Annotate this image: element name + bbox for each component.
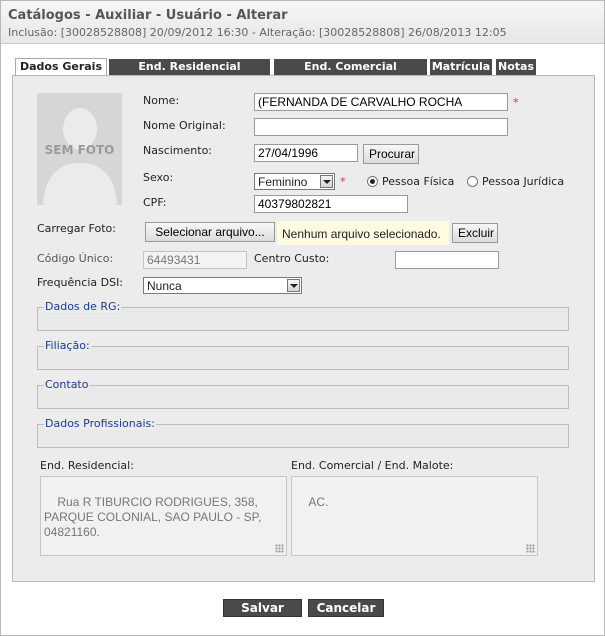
end-residencial-label: End. Residencial:	[40, 459, 134, 472]
fieldset-filiacao-legend[interactable]: Filiação:	[44, 339, 91, 352]
codigo-unico-input	[143, 251, 247, 269]
audit-info: Inclusão: [30028528808] 20/09/2012 16:30…	[8, 26, 507, 39]
pessoa-fisica-radio[interactable]	[367, 176, 378, 187]
window: Catálogos - Auxiliar - Usuário - Alterar…	[0, 0, 605, 636]
fieldset-filiacao: Filiação:	[37, 339, 569, 370]
fieldset-contato-legend[interactable]: Contato	[44, 378, 90, 391]
pessoa-juridica-radio[interactable]	[467, 176, 478, 187]
fieldset-dados-rg: Dados de RG:	[37, 300, 569, 331]
end-residencial-textarea[interactable]: Rua R TIBURCIO RODRIGUES, 358, PARQUE CO…	[40, 476, 287, 556]
procurar-button[interactable]: Procurar	[363, 144, 419, 164]
tab-dados-gerais[interactable]: Dados Gerais	[15, 58, 107, 76]
chevron-down-icon	[320, 175, 333, 188]
end-comercial-textarea[interactable]: AC.	[291, 476, 538, 556]
tab-end-residencial[interactable]: End. Residencial Detalhado	[109, 59, 270, 89]
frequencia-selected-value: Nunca	[147, 279, 182, 293]
tab-matricula[interactable]: Matrícula	[430, 59, 492, 75]
fieldset-dados-profissionais: Dados Profissionais:	[37, 417, 569, 448]
end-comercial-text: AC.	[308, 495, 329, 509]
sexo-label: Sexo:	[143, 171, 174, 184]
pessoa-fisica-label: Pessoa Física	[382, 175, 455, 188]
resize-grip-icon[interactable]	[275, 544, 284, 553]
chevron-down-icon	[287, 279, 300, 292]
sexo-required-mark: *	[340, 175, 346, 188]
sexo-select[interactable]: Feminino	[254, 173, 335, 190]
user-photo: SEM FOTO	[37, 93, 122, 205]
centro-custo-label: Centro Custo:	[254, 252, 330, 265]
page-title: Catálogos - Auxiliar - Usuário - Alterar	[8, 8, 288, 23]
frequencia-dsi-select[interactable]: Nunca	[143, 277, 302, 294]
nome-original-input[interactable]	[254, 118, 508, 136]
sexo-selected-value: Feminino	[258, 175, 308, 189]
fieldset-dados-profissionais-legend[interactable]: Dados Profissionais:	[44, 417, 156, 430]
pessoa-juridica-label: Pessoa Jurídica	[482, 175, 565, 188]
nome-original-label: Nome Original:	[143, 119, 226, 132]
cpf-label: CPF:	[143, 196, 167, 209]
nascimento-label: Nascimento:	[143, 144, 213, 157]
salvar-button[interactable]: Salvar	[223, 599, 302, 617]
nascimento-input[interactable]	[254, 144, 358, 162]
resize-grip-icon[interactable]	[526, 544, 535, 553]
frequencia-dsi-label: Frequência DSI:	[37, 276, 124, 289]
fieldset-contato: Contato	[37, 378, 569, 409]
selecionar-arquivo-button[interactable]: Selecionar arquivo...	[145, 222, 275, 242]
page-header: Catálogos - Auxiliar - Usuário - Alterar…	[1, 1, 604, 44]
nome-label: Nome:	[143, 94, 180, 107]
nome-input[interactable]	[254, 93, 508, 111]
codigo-unico-label: Código Único:	[37, 252, 114, 265]
photo-placeholder-text: SEM FOTO	[44, 143, 115, 157]
end-comercial-label: End. Comercial / End. Malote:	[291, 459, 454, 472]
cancelar-button[interactable]: Cancelar	[308, 599, 384, 617]
carregar-foto-label: Carregar Foto:	[37, 222, 116, 235]
cpf-input[interactable]	[254, 195, 408, 213]
end-residencial-text: Rua R TIBURCIO RODRIGUES, 358, PARQUE CO…	[44, 495, 262, 539]
tab-notas[interactable]: Notas	[496, 59, 536, 75]
nome-required-mark: *	[513, 96, 519, 109]
file-status-text: Nenhum arquivo selecionado.	[282, 227, 441, 241]
excluir-foto-button[interactable]: Excluir	[452, 223, 498, 243]
fieldset-dados-rg-legend[interactable]: Dados de RG:	[44, 300, 122, 313]
tab-end-comercial[interactable]: End. Comercial Detalhado	[274, 59, 427, 89]
centro-custo-input[interactable]	[395, 251, 499, 269]
